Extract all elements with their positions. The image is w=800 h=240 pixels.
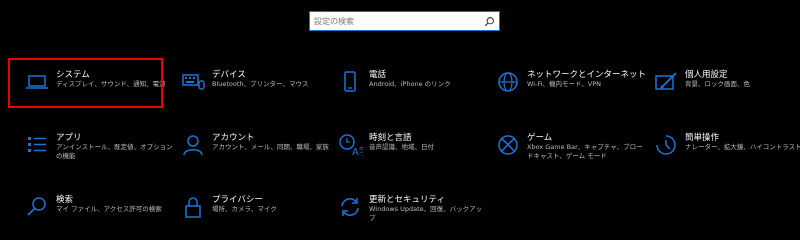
tile-title: プライバシー xyxy=(212,195,263,205)
laptop-icon xyxy=(24,69,50,95)
tile-title: 時刻と言語 xyxy=(369,133,412,143)
settings-grid: システム ディスプレイ、サウンド、通知、電源 デバイス Bluetooth、プリ… xyxy=(0,0,800,240)
tile-devices[interactable]: デバイス Bluetooth、プリンター、マウス xyxy=(166,65,316,109)
tile-ease-of-access[interactable]: 簡単操作 ナレーター、拡大鏡、ハイコントラスト xyxy=(639,128,800,172)
apps-icon xyxy=(24,132,50,158)
tile-accounts[interactable]: アカウント アカウント、メール、同期、職場、家族 xyxy=(166,128,329,172)
lock-icon xyxy=(180,194,206,220)
tile-title: 検索 xyxy=(56,195,74,205)
tile-title: アプリ xyxy=(56,133,82,143)
tile-network[interactable]: ネットワークとインターネット Wi-Fi、機内モード、VPN xyxy=(481,65,646,109)
search-icon xyxy=(24,194,50,220)
tile-subtitle: ナレーター、拡大鏡、ハイコントラスト xyxy=(685,143,800,151)
tile-title: アカウント xyxy=(212,133,255,143)
tile-subtitle: Android、iPhone のリンク xyxy=(369,80,451,88)
tile-subtitle: Wi-Fi、機内モード、VPN xyxy=(527,80,601,88)
tile-subtitle: 背景、ロック画面、色 xyxy=(685,80,750,88)
tile-time-language[interactable]: A字 時刻と言語 音声認識、地域、日付 xyxy=(323,128,473,172)
paint-icon xyxy=(653,69,679,95)
tile-title: 電話 xyxy=(369,70,387,80)
tile-title: 個人用設定 xyxy=(685,70,728,80)
keyboard-icon xyxy=(180,69,206,95)
tile-title: 簡単操作 xyxy=(685,133,720,143)
tile-title: デバイス xyxy=(212,70,246,80)
tile-search[interactable]: 検索 マイ ファイル、アクセス許可の検索 xyxy=(10,190,162,234)
tile-privacy[interactable]: プライバシー 場所、カメラ、マイク xyxy=(166,190,316,234)
tile-system[interactable]: システム ディスプレイ、サウンド、通知、電源 xyxy=(10,65,166,109)
tile-subtitle: 音声認識、地域、日付 xyxy=(369,143,434,151)
tile-gaming[interactable]: ゲーム Xbox Game Bar、キャプチャ、ブロードキャスト、ゲーム モード xyxy=(481,128,643,172)
globe-icon xyxy=(495,69,521,95)
tile-subtitle: アカウント、メール、同期、職場、家族 xyxy=(212,143,329,151)
sync-icon xyxy=(337,194,363,220)
person-icon xyxy=(180,132,206,158)
tile-title: システム xyxy=(56,70,90,80)
tile-subtitle: Windows Update、回復、バックアップ xyxy=(369,205,483,222)
tile-subtitle: マイ ファイル、アクセス許可の検索 xyxy=(56,205,162,213)
tile-apps[interactable]: アプリ アンインストール、既定値、オプションの機能 xyxy=(10,128,173,172)
tile-subtitle: ディスプレイ、サウンド、通知、電源 xyxy=(56,80,166,88)
tile-title: 更新とセキュリティ xyxy=(369,195,445,205)
tile-phone[interactable]: 電話 Android、iPhone のリンク xyxy=(323,65,473,109)
tile-personalization[interactable]: 個人用設定 背景、ロック画面、色 xyxy=(639,65,789,109)
tile-subtitle: 場所、カメラ、マイク xyxy=(212,205,277,213)
xbox-icon xyxy=(495,132,521,158)
phone-icon xyxy=(337,69,363,95)
tile-subtitle: Bluetooth、プリンター、マウス xyxy=(212,80,309,88)
tile-title: ネットワークとインターネット xyxy=(527,70,647,80)
tile-subtitle: アンインストール、既定値、オプションの機能 xyxy=(56,143,173,160)
ease-of-access-icon xyxy=(653,132,679,158)
tile-subtitle: Xbox Game Bar、キャプチャ、ブロードキャスト、ゲーム モード xyxy=(527,143,643,160)
svg-text:A字: A字 xyxy=(352,145,363,158)
tile-title: ゲーム xyxy=(527,133,553,143)
time-language-icon: A字 xyxy=(337,132,369,158)
tile-update-security[interactable]: 更新とセキュリティ Windows Update、回復、バックアップ xyxy=(323,190,482,234)
